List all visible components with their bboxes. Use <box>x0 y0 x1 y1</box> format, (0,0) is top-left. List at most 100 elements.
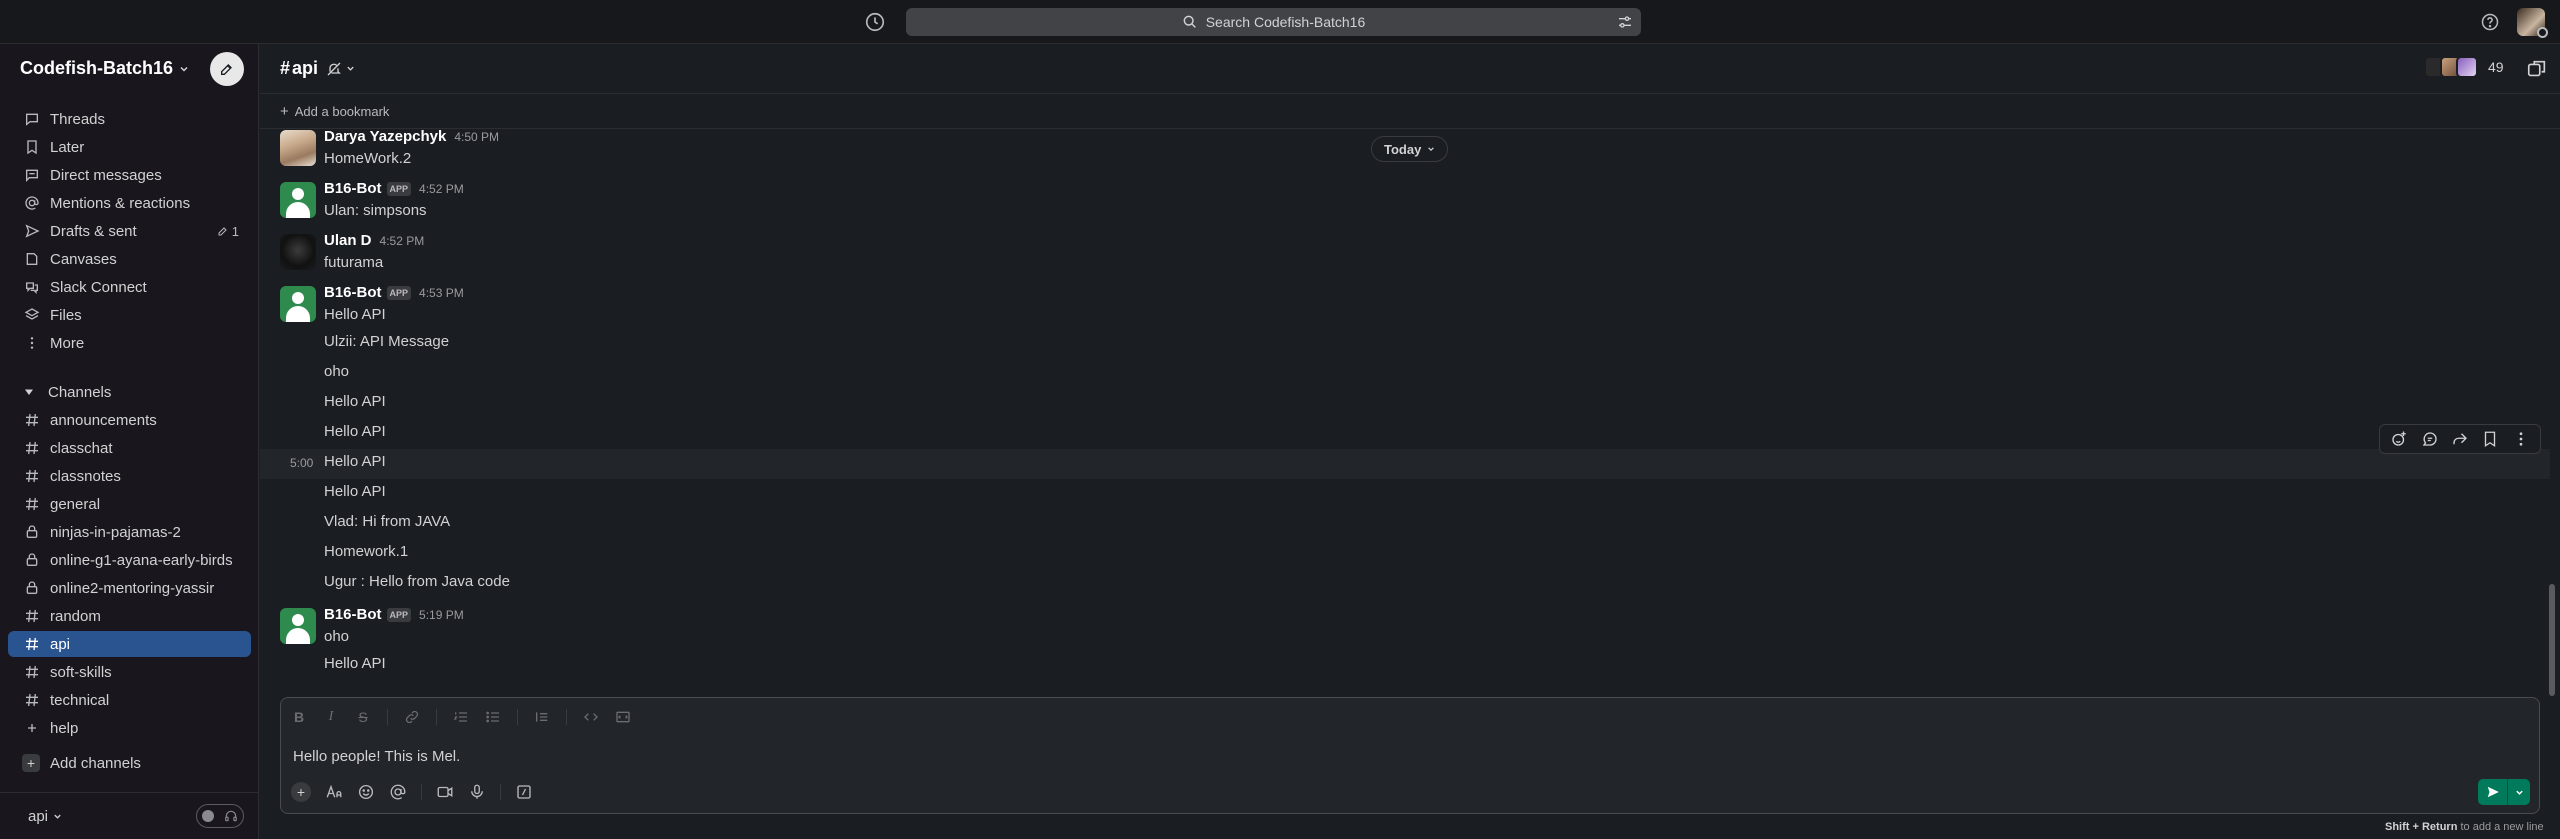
ordered-list-icon[interactable] <box>453 709 469 725</box>
members-button[interactable]: 49 <box>2424 56 2504 78</box>
avatar[interactable] <box>280 608 316 644</box>
channel-title[interactable]: # api <box>280 58 355 79</box>
message[interactable]: B16-Bot APP 4:53 PM Hello API <box>260 284 2550 326</box>
add-reaction-icon[interactable] <box>2390 430 2408 448</box>
help-icon[interactable] <box>2480 12 2500 32</box>
reply-thread-icon[interactable] <box>2421 430 2439 448</box>
sidebar-channel-general[interactable]: general <box>8 491 251 517</box>
connect-icon <box>24 279 40 295</box>
mention-icon[interactable] <box>389 783 407 801</box>
timestamp[interactable]: 4:53 PM <box>419 286 464 300</box>
huddle-icon[interactable] <box>2526 58 2548 80</box>
sidebar-channel-technical[interactable]: technical <box>8 687 251 713</box>
sidebar-channel-online-g1-ayana-early-birds[interactable]: online-g1-ayana-early-birds <box>8 547 251 573</box>
message-followup[interactable]: Homework.1 <box>260 539 2550 569</box>
sidebar-channel-api[interactable]: api <box>8 631 251 657</box>
message-followup[interactable]: Ugur : Hello from Java code <box>260 569 2550 599</box>
schedule-send-button[interactable] <box>2508 779 2530 805</box>
message-followup[interactable]: Vlad: Hi from JAVA <box>260 509 2550 539</box>
hint-keys: Shift + Return <box>2385 821 2458 833</box>
sidebar-channel-announcements[interactable]: announcements <box>8 407 251 433</box>
author-name[interactable]: B16-Bot <box>324 284 382 301</box>
sidebar-channel-classchat[interactable]: classchat <box>8 435 251 461</box>
sidebar-channel-ninjas-in-pajamas-2[interactable]: ninjas-in-pajamas-2 <box>8 519 251 545</box>
message[interactable]: Ulan D 4:52 PM futurama <box>260 232 2550 274</box>
message[interactable]: B16-Bot APP 5:19 PM oho <box>260 606 2550 648</box>
message-followup[interactable]: oho <box>260 359 2550 389</box>
sidebar-item-direct-messages[interactable]: Direct messages <box>8 162 251 188</box>
add-channels-button[interactable]: + Add channels <box>8 750 251 776</box>
message-followup[interactable]: Hello API <box>260 419 2550 449</box>
author-name[interactable]: B16-Bot <box>324 606 382 623</box>
emoji-icon[interactable] <box>357 783 375 801</box>
add-bookmark-button[interactable]: + Add a bookmark <box>280 103 389 120</box>
hover-timestamp[interactable]: 5:00 <box>290 456 313 470</box>
message-input[interactable]: Hello people! This is Mel. <box>293 748 460 765</box>
attach-plus-icon[interactable]: + <box>291 782 311 802</box>
date-divider-today[interactable]: Today <box>1371 136 1449 162</box>
author-name[interactable]: B16-Bot <box>324 180 382 197</box>
scrollbar[interactable] <box>2549 584 2555 696</box>
search-input[interactable]: Search Codefish-Batch16 <box>906 8 1641 36</box>
code-icon[interactable] <box>583 709 599 725</box>
message-followup[interactable]: Hello API <box>260 389 2550 419</box>
huddle-toggle[interactable] <box>196 804 244 828</box>
timestamp[interactable]: 4:50 PM <box>454 130 499 144</box>
italic-icon[interactable]: I <box>323 709 339 725</box>
timestamp[interactable]: 5:19 PM <box>419 608 464 622</box>
timestamp[interactable]: 4:52 PM <box>419 182 464 196</box>
huddle-channel-select[interactable]: api <box>28 808 62 825</box>
bulleted-list-icon[interactable] <box>485 709 501 725</box>
channels-section-header[interactable]: Channels <box>8 379 251 405</box>
message[interactable]: B16-Bot APP 4:52 PM Ulan: simpsons <box>260 180 2550 222</box>
bookmark-icon[interactable] <box>2481 430 2499 448</box>
sidebar-item-later[interactable]: Later <box>8 134 251 160</box>
avatar[interactable] <box>280 182 316 218</box>
share-icon[interactable] <box>2451 430 2469 448</box>
formatting-toggle-icon[interactable] <box>325 783 343 801</box>
send-button[interactable] <box>2478 779 2508 805</box>
author-name[interactable]: Darya Yazepchyk <box>324 128 446 145</box>
timestamp[interactable]: 4:52 PM <box>380 234 425 248</box>
message-text: Homework.1 <box>324 543 409 560</box>
sidebar-item-drafts[interactable]: Drafts & sent 1 <box>8 218 251 244</box>
sidebar-channel-help[interactable]: help <box>8 715 251 741</box>
avatar[interactable] <box>280 234 316 270</box>
avatar[interactable] <box>280 130 316 166</box>
code-block-icon[interactable] <box>615 709 631 725</box>
message-followup[interactable]: Hello API <box>260 651 2550 681</box>
sidebar-channel-soft-skills[interactable]: soft-skills <box>8 659 251 685</box>
blockquote-icon[interactable] <box>534 709 550 725</box>
avatar[interactable] <box>280 286 316 322</box>
message-header: Darya Yazepchyk 4:50 PM <box>324 128 499 145</box>
sidebar-item-more[interactable]: More <box>8 330 251 356</box>
draft-count: 1 <box>217 224 239 239</box>
sidebar-item-threads[interactable]: Threads <box>8 106 251 132</box>
more-actions-icon[interactable] <box>2512 430 2530 448</box>
video-clip-icon[interactable] <box>436 783 454 801</box>
sidebar-channel-random[interactable]: random <box>8 603 251 629</box>
send-icon <box>2487 786 2499 798</box>
link-icon[interactable] <box>404 709 420 725</box>
message-text: Hello API <box>324 393 386 410</box>
strikethrough-icon[interactable]: S <box>355 709 371 725</box>
message-followup-hovered[interactable]: 5:00 Hello API <box>260 449 2550 479</box>
sidebar-item-files[interactable]: Files <box>8 302 251 328</box>
channel-label: classchat <box>50 439 113 457</box>
workspace-menu[interactable]: Codefish-Batch16 <box>20 58 189 79</box>
at-icon <box>24 195 40 211</box>
message-followup[interactable]: Ulzii: API Message <box>260 329 2550 359</box>
sidebar-item-mentions[interactable]: Mentions & reactions <box>8 190 251 216</box>
sidebar-channel-online2-mentoring-yassir[interactable]: online2-mentoring-yassir <box>8 575 251 601</box>
compose-button[interactable] <box>210 52 244 86</box>
message-followup[interactable]: Hello API <box>260 479 2550 509</box>
bold-icon[interactable]: B <box>291 709 307 725</box>
sidebar-item-canvases[interactable]: Canvases <box>8 246 251 272</box>
search-filter-icon[interactable] <box>1617 14 1633 30</box>
sidebar-channel-classnotes[interactable]: classnotes <box>8 463 251 489</box>
sidebar-item-slack-connect[interactable]: Slack Connect <box>8 274 251 300</box>
history-icon[interactable] <box>864 11 886 33</box>
microphone-icon[interactable] <box>468 783 486 801</box>
slash-command-icon[interactable] <box>515 783 533 801</box>
author-name[interactable]: Ulan D <box>324 232 372 249</box>
